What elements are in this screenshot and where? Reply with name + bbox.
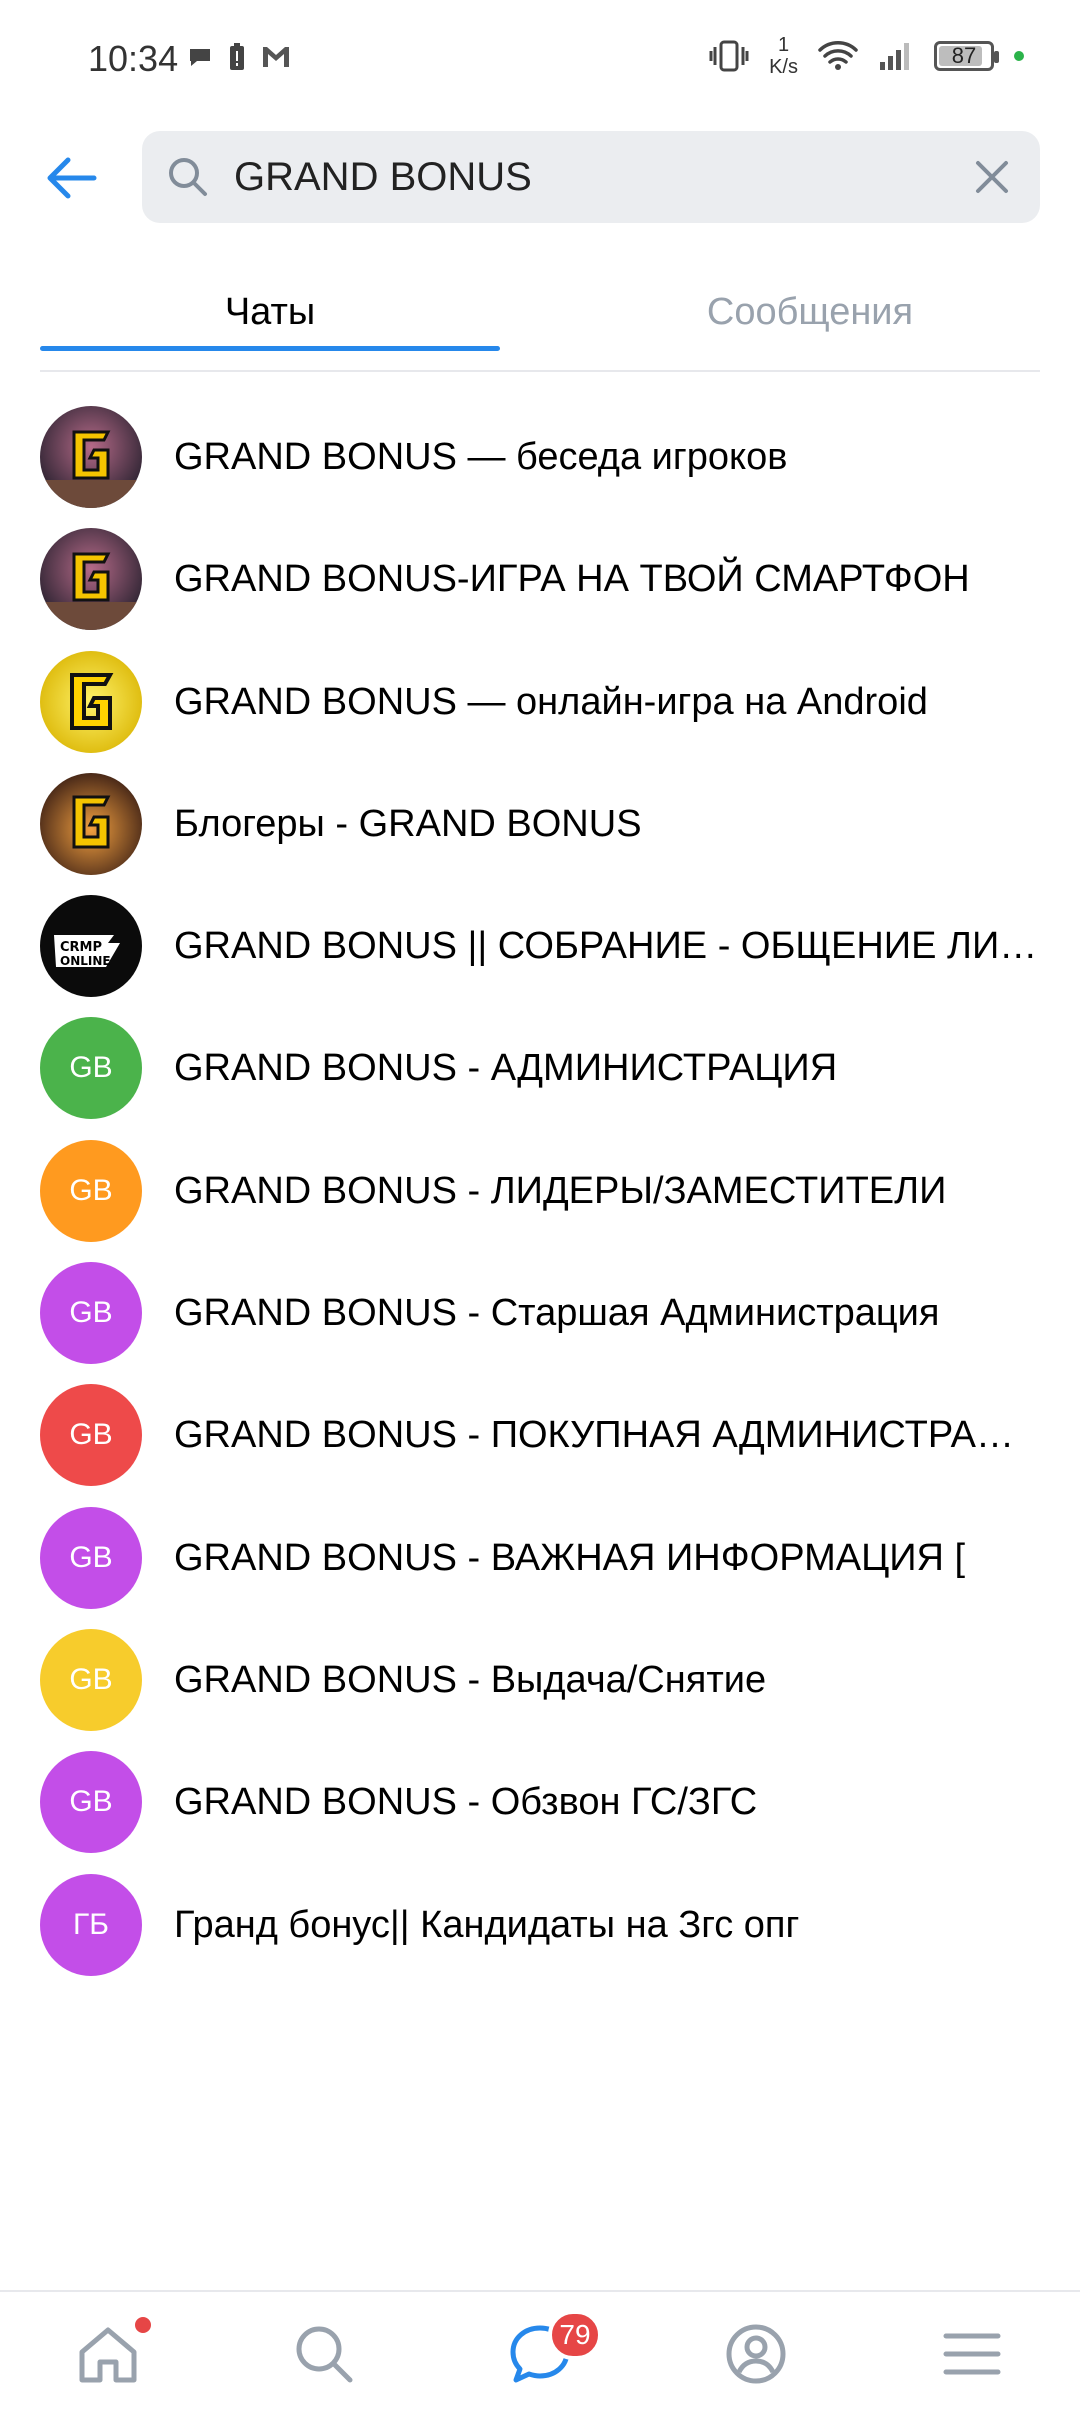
- chat-row[interactable]: GB GRAND BONUS - АДМИНИСТРАЦИЯ: [0, 1007, 1080, 1129]
- privacy-indicator-dot: [1014, 51, 1024, 61]
- chat-title: GRAND BONUS || СОБРАНИЕ - ОБЩЕНИЕ ЛИДЕРО…: [174, 925, 1040, 968]
- status-bar: 10:34 1 K/s 87: [0, 0, 1080, 120]
- search-field[interactable]: GRAND BONUS: [142, 131, 1040, 223]
- arrow-left-icon: [47, 157, 97, 199]
- chat-title: GRAND BONUS - Обзвон ГС/ЗГС: [174, 1781, 758, 1824]
- tab-bar: Чаты Сообщения: [40, 270, 1040, 372]
- chat-title: GRAND BONUS-ИГРА НА ТВОЙ СМАРТФОН: [174, 558, 970, 601]
- chat-title: GRAND BONUS - АДМИНИСТРАЦИЯ: [174, 1047, 838, 1090]
- chat-row[interactable]: ГБ Гранд бонус|| Кандидаты на Згс опг: [0, 1864, 1080, 1986]
- logo-g-fire-icon: [40, 772, 142, 875]
- chat-avatar: [40, 406, 142, 508]
- system-icons: 1 K/s 87: [709, 34, 1024, 78]
- chat-title: Гранд бонус|| Кандидаты на Згс опг: [174, 1903, 800, 1946]
- avatar-initials: GB: [69, 1296, 113, 1330]
- back-button[interactable]: [40, 146, 104, 210]
- chat-title: GRAND BONUS - Выдача/Снятие: [174, 1658, 767, 1701]
- home-notification-dot: [132, 2314, 154, 2336]
- avatar-initials: ГБ: [73, 1907, 109, 1941]
- network-speed-unit: K/s: [769, 56, 798, 78]
- avatar-initials: GB: [69, 1540, 113, 1574]
- search-nav-icon[interactable]: [288, 2318, 360, 2390]
- chat-row[interactable]: CRMP ONLINE GRAND BONUS || СОБРАНИЕ - ОБЩЕ…: [0, 885, 1080, 1007]
- logo-g-yellow-icon: [40, 650, 142, 753]
- chat-title: GRAND BONUS - ЛИДЕРЫ/ЗАМЕСТИТЕЛИ: [174, 1169, 947, 1212]
- avatar-initials: GB: [69, 1051, 113, 1085]
- network-speed: 1 K/s: [769, 34, 798, 78]
- logo-g-dark-icon: [40, 528, 142, 631]
- network-speed-value: 1: [777, 34, 790, 56]
- chat-row[interactable]: GB GRAND BONUS - Обзвон ГС/ЗГС: [0, 1741, 1080, 1863]
- messages-badge: 79: [548, 2310, 602, 2360]
- chat-avatar: GB: [40, 1262, 142, 1365]
- chat-row[interactable]: GB GRAND BONUS - Старшая Администрация: [0, 1252, 1080, 1374]
- chat-avatar: [40, 650, 142, 753]
- svg-text:CRMP: CRMP: [60, 940, 102, 955]
- chat-title: Блогеры - GRAND BONUS: [174, 802, 642, 845]
- bottom-navigation: 79: [0, 2290, 1080, 2414]
- status-time: 10:34: [88, 38, 179, 79]
- chat-title: GRAND BONUS — беседа игроков: [174, 436, 788, 478]
- chat-row[interactable]: GRAND BONUS — онлайн-игра на Android: [0, 641, 1080, 763]
- chat-row[interactable]: GB GRAND BONUS - Выдача/Снятие: [0, 1619, 1080, 1741]
- avatar-initials: GB: [69, 1173, 113, 1207]
- chat-row[interactable]: GRAND BONUS — беседа игроков: [0, 396, 1080, 518]
- tab-chats[interactable]: Чаты: [40, 270, 500, 368]
- chat-row[interactable]: GB GRAND BONUS - ПОКУПНАЯ АДМИНИСТРАЦИЯ: [0, 1374, 1080, 1496]
- chat-avatar: GB: [40, 1139, 142, 1242]
- chat-title: GRAND BONUS - ВАЖНАЯ ИНФОРМАЦИЯ [: [174, 1536, 966, 1579]
- chat-list: GRAND BONUS — беседа игроков GRAND BONUS-…: [0, 396, 1080, 1986]
- chat-title: GRAND BONUS — онлайн-игра на Android: [174, 680, 928, 723]
- signal-icon: [880, 43, 909, 70]
- chat-avatar: GB: [40, 1628, 142, 1731]
- avatar-initials: GB: [69, 1418, 113, 1452]
- profile-icon[interactable]: [720, 2318, 792, 2390]
- search-input[interactable]: GRAND BONUS: [234, 131, 532, 223]
- chat-title: GRAND BONUS - Старшая Администрация: [174, 1292, 940, 1335]
- chat-notification-icon: [190, 49, 210, 66]
- chat-row[interactable]: GB GRAND BONUS - ВАЖНАЯ ИНФОРМАЦИЯ [: [0, 1497, 1080, 1619]
- chat-title: GRAND BONUS - ПОКУПНАЯ АДМИНИСТРАЦИЯ: [174, 1414, 1040, 1457]
- chat-avatar: GB: [40, 1506, 142, 1609]
- clear-search-icon[interactable]: [966, 151, 1018, 203]
- chat-row[interactable]: Блогеры - GRAND BONUS: [0, 763, 1080, 885]
- vibrate-icon: [709, 40, 749, 72]
- battery-percent: 87: [951, 43, 977, 68]
- chat-avatar: GB: [40, 1751, 142, 1854]
- active-tab-indicator: [40, 346, 500, 351]
- notification-icons: [186, 42, 292, 72]
- avatar-initials: GB: [69, 1785, 113, 1819]
- wifi-icon: [818, 41, 858, 70]
- tab-messages[interactable]: Сообщения: [580, 270, 1040, 368]
- chat-avatar: GB: [40, 1384, 142, 1487]
- battery-alert-icon: [230, 43, 244, 70]
- mail-icon: [263, 47, 289, 67]
- logo-crmp-online-icon: CRMPONLINE: [40, 895, 142, 998]
- logo-g-dark-icon: [40, 406, 142, 508]
- svg-text:ONLINE: ONLINE: [60, 954, 111, 968]
- chat-avatar: CRMP ONLINE: [40, 895, 142, 998]
- menu-icon[interactable]: [936, 2318, 1008, 2390]
- chat-avatar: [40, 528, 142, 631]
- search-icon: [169, 158, 207, 196]
- chat-avatar: [40, 772, 142, 875]
- avatar-initials: GB: [69, 1662, 113, 1696]
- chat-row[interactable]: GB GRAND BONUS - ЛИДЕРЫ/ЗАМЕСТИТЕЛИ: [0, 1130, 1080, 1252]
- chat-avatar: ГБ: [40, 1873, 142, 1976]
- chat-row[interactable]: GRAND BONUS-ИГРА НА ТВОЙ СМАРТФОН: [0, 518, 1080, 640]
- chat-avatar: GB: [40, 1017, 142, 1120]
- battery-icon: 87: [934, 41, 999, 71]
